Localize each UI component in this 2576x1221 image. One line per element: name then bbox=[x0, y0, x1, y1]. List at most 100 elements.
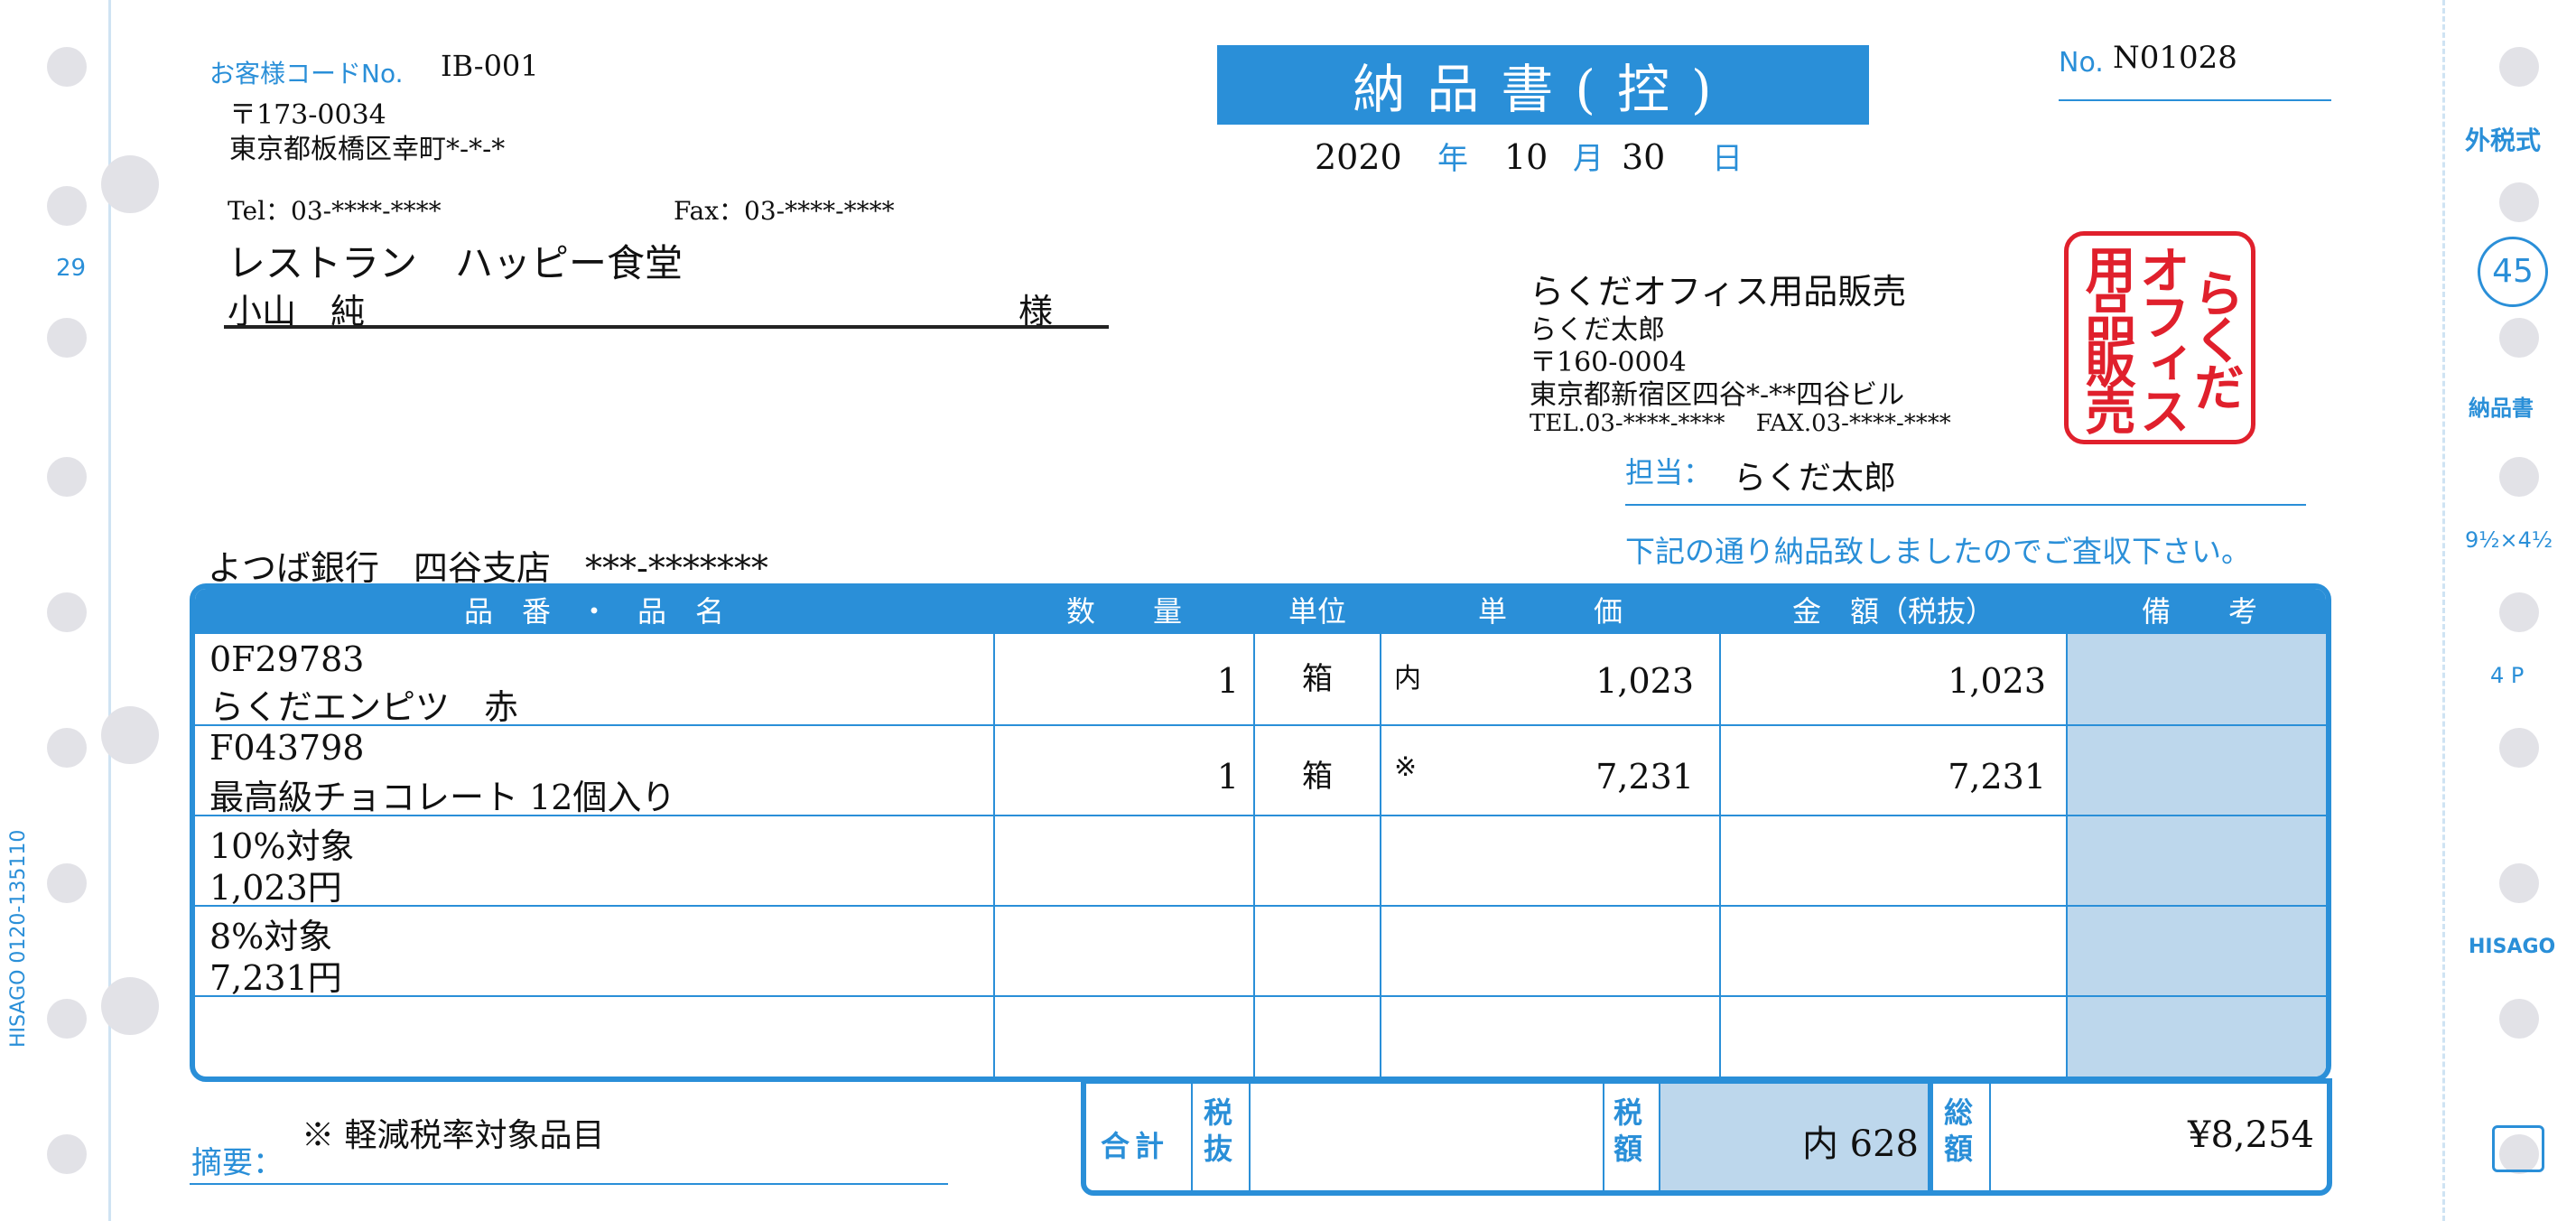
grand-total-label: 総額 bbox=[1944, 1095, 1974, 1166]
item-quantity: 1 bbox=[1216, 757, 1239, 797]
issuer-tel-fax: TEL.03-****-**** FAX.03-****-**** bbox=[1530, 410, 1951, 437]
totals-divider bbox=[1191, 1084, 1193, 1190]
item-quantity: 1 bbox=[1216, 661, 1239, 701]
item-unit-price: 7,231 bbox=[1595, 757, 1694, 797]
form-number: 29 bbox=[56, 255, 87, 282]
customer-code: IB-001 bbox=[441, 49, 539, 83]
memo-underline bbox=[190, 1183, 948, 1185]
company-seal: らくだ オフィス 用品販売 bbox=[2064, 231, 2255, 444]
column-divider bbox=[2066, 589, 2068, 1077]
punch-hole bbox=[2499, 47, 2539, 87]
punch-hole bbox=[2499, 318, 2539, 358]
items-table: 品 番 ・ 品 名 数 量 単位 単 価 金 額（税抜） 備 考 0F29783… bbox=[190, 583, 2331, 1082]
total-label: 合計 bbox=[1101, 1129, 1170, 1163]
date-year-label: 年 bbox=[1437, 141, 1468, 177]
punch-hole bbox=[2499, 728, 2539, 768]
punch-hole bbox=[47, 47, 87, 87]
item-code: 0F29783 bbox=[209, 639, 365, 679]
row-divider bbox=[195, 905, 2326, 907]
contact-label: 担当： bbox=[1625, 455, 1713, 489]
punch-hole bbox=[47, 592, 87, 632]
item-amount: 1,023 bbox=[1948, 661, 2046, 701]
totals-box: 合計 税抜 税額 内 628 総額 ¥8,254 bbox=[1081, 1078, 2332, 1196]
item-amount: 7,231 bbox=[1948, 757, 2046, 797]
punch-hole bbox=[47, 863, 87, 903]
document-title: 納品書(控) bbox=[1217, 45, 1869, 125]
header-item: 品 番 ・ 品 名 bbox=[463, 594, 724, 629]
remarks-column-shade bbox=[2067, 634, 2326, 1077]
tax-label: 税額 bbox=[1613, 1095, 1643, 1166]
header-remarks: 備 考 bbox=[2141, 594, 2257, 629]
doc-number: N01028 bbox=[2113, 40, 2237, 76]
doc-number-underline bbox=[2059, 99, 2331, 101]
punch-hole bbox=[47, 728, 87, 768]
doc-name-label: 納品書 bbox=[2469, 396, 2534, 421]
date-day: 30 bbox=[1622, 137, 1666, 177]
date-day-label: 日 bbox=[1712, 141, 1743, 177]
customer-code-label: お客様コードNo. bbox=[209, 59, 404, 89]
size-label: 9½×4½ bbox=[2465, 527, 2553, 553]
right-tractor-strip: 外税式 45 納品書 9½×4½ 4 P HISAGO bbox=[2442, 0, 2576, 1221]
header-quantity: 数 量 bbox=[1065, 594, 1182, 629]
totals-divider bbox=[1249, 1084, 1251, 1190]
item-unit: 箱 bbox=[1302, 661, 1333, 697]
doc-number-label: No. bbox=[2059, 47, 2104, 79]
punch-hole bbox=[2499, 182, 2539, 222]
memo-text: ※ 軽減税率対象品目 bbox=[302, 1117, 605, 1154]
issuer-company: らくだオフィス用品販売 bbox=[1530, 272, 1907, 312]
tax-group-amount: 1,023円 bbox=[209, 868, 342, 908]
header-unit-price: 単 価 bbox=[1477, 594, 1623, 629]
delivery-message: 下記の通り納品致しましたのでご査収下さい。 bbox=[1625, 534, 2251, 569]
contact-underline bbox=[1625, 504, 2306, 506]
customer-company: レストラン ハッピー食堂 bbox=[228, 241, 684, 285]
customer-fax: Fax：03-****-**** bbox=[674, 196, 895, 226]
punch-hole bbox=[2499, 457, 2539, 497]
table-header: 品 番 ・ 品 名 数 量 単位 単 価 金 額（税抜） 備 考 bbox=[195, 589, 2326, 634]
customer-address: 東京都板橋区幸町*-*-* bbox=[229, 134, 506, 165]
row-divider bbox=[195, 995, 2326, 997]
item-unit: 箱 bbox=[1302, 759, 1333, 795]
form-badge: 45 bbox=[2478, 237, 2548, 307]
tax-value: 内 628 bbox=[1801, 1123, 1919, 1165]
date-month-label: 月 bbox=[1573, 141, 1604, 177]
pretax-label: 税抜 bbox=[1204, 1095, 1233, 1166]
checkbox-square bbox=[2492, 1125, 2544, 1172]
grand-total-value: ¥8,254 bbox=[2188, 1114, 2314, 1156]
item-code: F043798 bbox=[209, 728, 365, 768]
customer-tel: Tel：03-****-**** bbox=[228, 196, 442, 226]
punch-hole bbox=[47, 457, 87, 497]
seal-text: らくだ bbox=[2185, 267, 2244, 408]
punch-hole bbox=[101, 155, 159, 213]
punch-hole bbox=[47, 1134, 87, 1174]
punch-hole bbox=[2499, 999, 2539, 1039]
tax-type-label: 外税式 bbox=[2465, 126, 2542, 155]
brand-label: HISAGO bbox=[2469, 936, 2556, 958]
item-name: らくだエンピツ 赤 bbox=[209, 687, 519, 727]
header-amount: 金 額（税抜） bbox=[1791, 594, 1995, 629]
tax-group-amount: 7,231円 bbox=[209, 958, 342, 998]
contact-person: らくだ太郎 bbox=[1734, 460, 1897, 497]
customer-underline bbox=[224, 325, 1109, 329]
punch-hole bbox=[47, 318, 87, 358]
memo-label: 摘要： bbox=[191, 1145, 284, 1181]
punch-hole bbox=[47, 999, 87, 1039]
date-year: 2020 bbox=[1315, 137, 1402, 177]
header-unit: 単位 bbox=[1288, 594, 1346, 629]
totals-divider bbox=[1659, 1084, 1660, 1190]
item-unit-price: 1,023 bbox=[1595, 661, 1694, 701]
seal-text: 用品販売 bbox=[2077, 244, 2135, 432]
item-name: 最高級チョコレート 12個入り bbox=[209, 778, 676, 817]
totals-divider bbox=[1603, 1084, 1604, 1190]
vendor-phone: HISAGO 0120-135110 bbox=[7, 829, 30, 1048]
punch-hole bbox=[101, 977, 159, 1035]
punch-hole bbox=[47, 186, 87, 226]
punch-hole bbox=[2499, 592, 2539, 632]
left-tractor-strip: 29 HISAGO 0120-135110 bbox=[0, 0, 159, 1221]
totals-divider bbox=[1928, 1084, 1933, 1190]
pages-label: 4 P bbox=[2490, 663, 2525, 688]
totals-divider bbox=[1989, 1084, 1991, 1190]
date-month: 10 bbox=[1504, 137, 1548, 177]
seal-text: オフィス bbox=[2131, 244, 2190, 432]
punch-hole bbox=[101, 706, 159, 764]
punch-hole bbox=[2499, 863, 2539, 903]
